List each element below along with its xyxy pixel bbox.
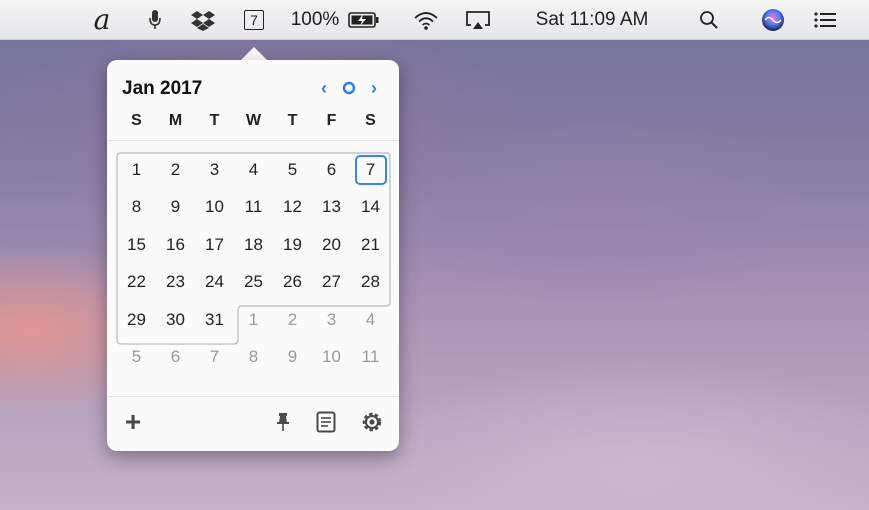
next-month-day-cell[interactable]: 11 xyxy=(351,339,390,377)
calendar-week: 1 2 3 4 5 6 7 xyxy=(117,151,390,189)
wifi-icon[interactable] xyxy=(409,0,443,40)
chevron-right-icon: › xyxy=(371,77,377,98)
weekday-header: S xyxy=(365,112,376,129)
day-cell[interactable]: 24 xyxy=(195,264,234,302)
agenda-button[interactable] xyxy=(314,410,338,434)
day-cell[interactable]: 25 xyxy=(234,264,273,302)
next-month-button[interactable]: › xyxy=(364,78,384,98)
day-cell[interactable]: 13 xyxy=(312,189,351,227)
day-cell[interactable]: 12 xyxy=(273,189,312,227)
next-month-day-cell[interactable]: 1 xyxy=(234,301,273,339)
day-cell[interactable]: 31 xyxy=(195,301,234,339)
next-month-day-cell[interactable]: 8 xyxy=(234,339,273,377)
day-cell[interactable]: 18 xyxy=(234,226,273,264)
calendar-week: 29 30 31 1 2 3 4 xyxy=(117,301,390,339)
day-cell[interactable]: 26 xyxy=(273,264,312,302)
day-cell[interactable]: 14 xyxy=(351,189,390,227)
spotlight-search-icon[interactable] xyxy=(694,0,724,40)
today-day-label: 7 xyxy=(354,154,387,185)
microphone-icon[interactable] xyxy=(140,0,170,40)
next-month-day-cell[interactable]: 7 xyxy=(195,339,234,377)
settings-button[interactable] xyxy=(360,410,384,434)
next-month-day-cell[interactable]: 3 xyxy=(312,301,351,339)
script-a-icon[interactable]: a xyxy=(82,0,122,40)
popover-arrow xyxy=(240,47,268,61)
menubar-clock[interactable]: Sat 11:09 AM xyxy=(517,0,667,40)
day-cell[interactable]: 30 xyxy=(156,301,195,339)
day-cell[interactable]: 4 xyxy=(234,151,273,189)
calendar-week: 5 6 7 8 9 10 11 xyxy=(117,339,390,377)
day-cell[interactable]: 5 xyxy=(273,151,312,189)
weekday-header: W xyxy=(245,112,262,129)
next-month-day-cell[interactable]: 4 xyxy=(351,301,390,339)
day-cell[interactable]: 28 xyxy=(351,264,390,302)
today-day-cell[interactable]: 7 xyxy=(351,151,390,189)
weekday-header: T xyxy=(209,112,220,129)
calendar-grid: 1 2 3 4 5 6 7 8 9 10 11 12 13 14 15 16 1… xyxy=(117,151,390,376)
day-cell[interactable]: 3 xyxy=(195,151,234,189)
weekday-header: M xyxy=(168,112,183,129)
toolbar-divider xyxy=(107,396,399,397)
notification-center-icon[interactable] xyxy=(809,0,841,40)
document-list-icon xyxy=(316,411,336,433)
day-cell[interactable]: 19 xyxy=(273,226,312,264)
weekday-header: F xyxy=(326,112,337,129)
weekday-header: S xyxy=(131,112,142,129)
month-title: Jan 2017 xyxy=(122,78,203,99)
menu-bar: a 7 100% Sat 11:09 AM xyxy=(0,0,869,40)
day-cell[interactable]: 9 xyxy=(156,189,195,227)
day-cell[interactable]: 29 xyxy=(117,301,156,339)
day-cell[interactable]: 1 xyxy=(117,151,156,189)
battery-charging-icon[interactable] xyxy=(346,0,382,40)
dropbox-icon[interactable] xyxy=(188,0,218,40)
day-cell[interactable]: 21 xyxy=(351,226,390,264)
today-button[interactable] xyxy=(339,78,359,98)
calendar-week: 15 16 17 18 19 20 21 xyxy=(117,226,390,264)
header-divider xyxy=(107,140,399,141)
circle-icon xyxy=(342,81,356,95)
day-cell[interactable]: 20 xyxy=(312,226,351,264)
day-cell[interactable]: 8 xyxy=(117,189,156,227)
next-month-day-cell[interactable]: 5 xyxy=(117,339,156,377)
day-cell[interactable]: 15 xyxy=(117,226,156,264)
next-month-day-cell[interactable]: 6 xyxy=(156,339,195,377)
weekday-header: T xyxy=(287,112,298,129)
next-month-day-cell[interactable]: 10 xyxy=(312,339,351,377)
day-cell[interactable]: 16 xyxy=(156,226,195,264)
next-month-day-cell[interactable]: 9 xyxy=(273,339,312,377)
calendar-popover: Jan 2017 ‹ › S M T W T F S 1 2 3 4 5 6 7… xyxy=(107,60,399,451)
day-cell[interactable]: 23 xyxy=(156,264,195,302)
chevron-left-icon: ‹ xyxy=(321,77,327,98)
add-event-button[interactable]: + xyxy=(121,406,145,437)
plus-icon: + xyxy=(124,406,142,437)
next-month-day-cell[interactable]: 2 xyxy=(273,301,312,339)
day-cell[interactable]: 22 xyxy=(117,264,156,302)
gear-icon xyxy=(362,412,382,432)
day-cell[interactable]: 17 xyxy=(195,226,234,264)
day-cell[interactable]: 27 xyxy=(312,264,351,302)
previous-month-button[interactable]: ‹ xyxy=(314,78,334,98)
calendar-badge-date: 7 xyxy=(244,10,264,30)
battery-percent[interactable]: 100% xyxy=(286,0,344,40)
siri-icon[interactable] xyxy=(757,0,789,40)
weekday-header-row: S M T W T F S xyxy=(117,112,390,132)
calendar-week: 8 9 10 11 12 13 14 xyxy=(117,189,390,227)
calendar-week: 22 23 24 25 26 27 28 xyxy=(117,264,390,302)
day-cell[interactable]: 10 xyxy=(195,189,234,227)
day-cell[interactable]: 11 xyxy=(234,189,273,227)
day-cell[interactable]: 6 xyxy=(312,151,351,189)
pin-icon xyxy=(277,413,289,431)
calendar-menu-icon[interactable]: 7 xyxy=(239,0,269,40)
pin-button[interactable] xyxy=(271,410,295,434)
day-cell[interactable]: 2 xyxy=(156,151,195,189)
airplay-icon[interactable] xyxy=(461,0,495,40)
